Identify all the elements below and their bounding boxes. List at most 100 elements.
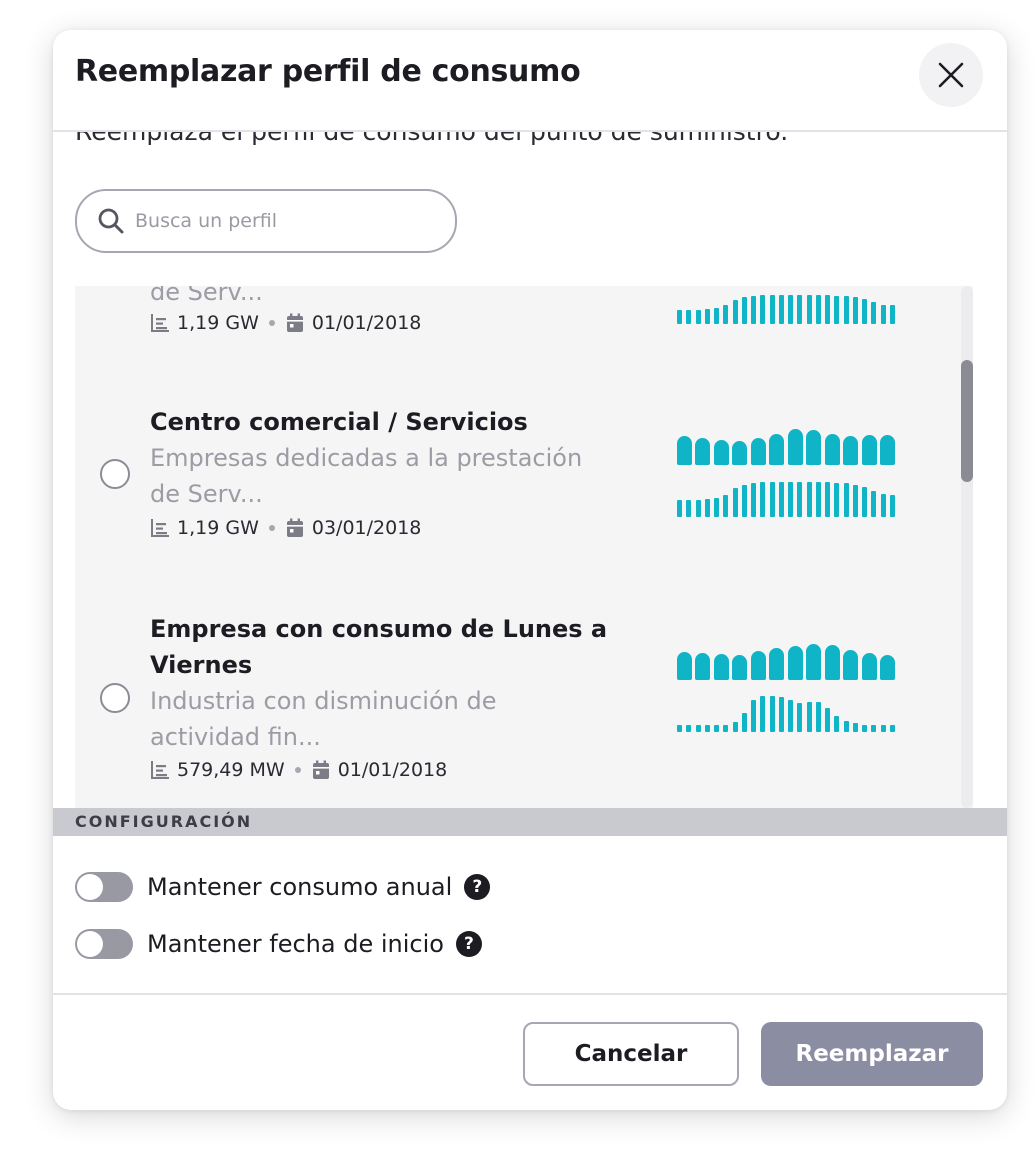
profile-bar	[677, 436, 692, 465]
keep-start-label: Mantener fecha de inicio	[147, 930, 444, 958]
profile-card[interactable]: Centro comercial / Servicios Empresas de…	[75, 371, 961, 578]
profile-title: Empresa con consumo de Lunes a	[150, 615, 608, 643]
profile-bar	[862, 299, 867, 324]
dialog-header: Reemplazar perfil de consumo	[53, 30, 1007, 132]
profile-radio[interactable]	[100, 683, 130, 713]
profile-card[interactable]: de Serv... 1,19 GW 01/01/2018	[75, 286, 961, 373]
profile-description: Empresas dedicadas a la prestación	[150, 444, 583, 472]
profile-bar	[732, 300, 738, 324]
profile-bar	[750, 651, 766, 680]
profile-bar	[778, 697, 784, 732]
profile-bar	[797, 703, 803, 732]
profile-bar	[714, 498, 719, 517]
profile-bar	[704, 499, 710, 517]
profile-bar	[751, 296, 756, 324]
profile-description: Industria con disminución de	[150, 687, 497, 715]
profile-date: 03/01/2018	[311, 517, 422, 539]
section-label: CONFIGURACIÓN	[75, 812, 253, 831]
profile-date: 01/01/2018	[337, 759, 448, 781]
profile-bar	[843, 483, 849, 517]
profile-bar	[806, 702, 812, 732]
calendar-icon	[286, 518, 303, 537]
profile-bar	[825, 295, 830, 324]
profile-bar	[704, 309, 710, 324]
profile-bar	[879, 655, 895, 680]
profile-bar	[723, 725, 729, 732]
profile-bar	[852, 485, 858, 517]
profile-bar	[677, 725, 682, 732]
profile-bar	[769, 648, 785, 680]
profile-card[interactable]: Empresa con consumo de Lunes a Viernes I…	[75, 576, 961, 808]
profile-bar	[852, 297, 858, 324]
profile-bar	[741, 297, 747, 324]
profile-bar	[824, 434, 840, 465]
profile-title: Viernes	[150, 651, 253, 679]
profile-description: actividad fin...	[150, 723, 321, 751]
profile-bar	[751, 483, 756, 517]
profile-list[interactable]: de Serv... 1,19 GW 01/01/2018 Centro com…	[75, 286, 973, 808]
profile-date: 01/01/2018	[311, 312, 422, 334]
profile-bar	[769, 434, 785, 465]
profile-energy: 1,19 GW	[177, 517, 259, 539]
monthly-profile-chart	[677, 644, 895, 680]
profile-bar	[713, 440, 729, 465]
replace-button[interactable]: Reemplazar	[761, 1022, 983, 1086]
profile-bar	[732, 722, 738, 732]
profile-bar	[723, 305, 729, 324]
profile-bar	[723, 495, 729, 517]
settings-section-header: CONFIGURACIÓN	[53, 808, 1007, 836]
profile-bar	[880, 725, 886, 732]
list-scrollbar[interactable]	[961, 286, 973, 808]
profile-bar	[760, 696, 766, 732]
chart-icon	[151, 519, 169, 537]
profile-bar	[732, 488, 738, 517]
toggle-knob	[77, 874, 103, 900]
profile-bar	[686, 310, 692, 324]
calendar-icon	[312, 760, 329, 779]
close-icon	[938, 62, 964, 88]
profile-bar	[852, 723, 858, 732]
profile-bar	[880, 305, 886, 324]
profile-radio[interactable]	[100, 459, 130, 489]
profile-bar	[787, 429, 803, 465]
profile-bar	[695, 725, 701, 732]
profile-bar	[815, 482, 821, 517]
profile-bar	[695, 310, 701, 324]
profile-bar	[686, 500, 692, 517]
profile-graph	[677, 644, 895, 732]
profile-bar	[806, 644, 822, 680]
profile-bar	[732, 441, 748, 465]
profile-energy: 1,19 GW	[177, 312, 259, 334]
profile-bar	[741, 713, 747, 732]
help-icon[interactable]: ?	[455, 931, 482, 957]
scrollbar-thumb[interactable]	[961, 360, 973, 482]
cancel-button[interactable]: Cancelar	[523, 1022, 739, 1086]
profile-bar	[769, 482, 775, 517]
help-icon[interactable]: ?	[464, 874, 491, 900]
profile-bar	[732, 655, 748, 680]
profile-bar	[713, 654, 729, 680]
profile-bar	[778, 295, 784, 324]
profile-bar	[834, 483, 840, 517]
profile-bar	[677, 500, 682, 517]
search-input[interactable]	[133, 209, 437, 233]
profile-bar	[862, 725, 867, 732]
profile-bar	[861, 653, 877, 680]
keep-start-toggle[interactable]	[75, 929, 133, 959]
profile-bar	[714, 308, 719, 324]
profile-bar	[889, 305, 895, 324]
profile-bar	[769, 295, 775, 324]
replace-profile-dialog: Reemplazar perfil de consumo Reemplaza e…	[53, 30, 1007, 1110]
profile-description: de Serv...	[150, 286, 263, 306]
close-button[interactable]	[919, 43, 983, 107]
profile-bar	[862, 487, 867, 517]
profile-bar	[695, 653, 711, 680]
dialog-subtitle: Reemplaza el perfil de consumo del punto…	[75, 130, 789, 146]
profile-bar	[704, 725, 710, 732]
hourly-profile-chart	[677, 294, 895, 324]
profile-title: Centro comercial / Servicios	[150, 408, 528, 436]
profile-bar	[815, 702, 821, 732]
profile-bar	[825, 708, 830, 732]
search-box[interactable]	[75, 189, 457, 253]
keep-annual-toggle[interactable]	[75, 872, 133, 902]
